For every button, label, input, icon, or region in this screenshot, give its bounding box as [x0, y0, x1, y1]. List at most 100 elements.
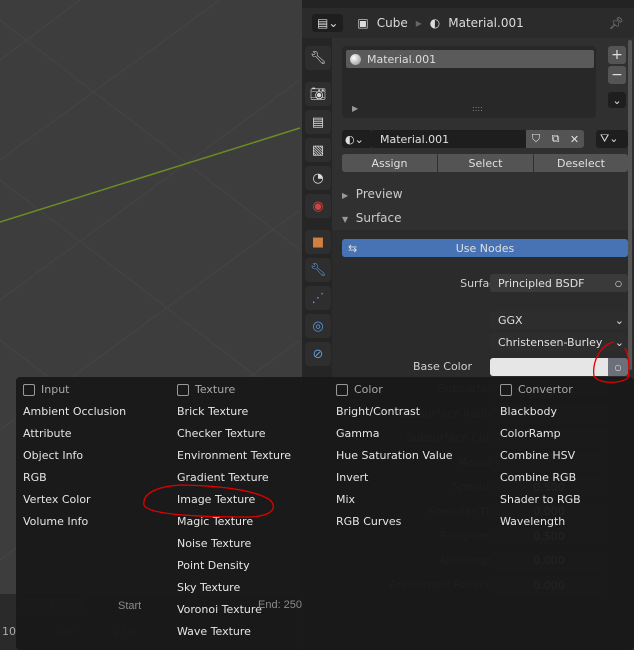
surface-panel-header[interactable]: ▼ Surface	[342, 211, 402, 225]
particles-tab-icon[interactable]: ⋰	[305, 286, 331, 310]
duplicate-material-icon[interactable]: ⧉	[546, 130, 565, 148]
node-category-icon	[23, 383, 35, 396]
menu-item[interactable]: Combine HSV	[500, 449, 575, 462]
menu-column-title: Convertor	[518, 383, 573, 396]
pin-icon[interactable]: 📌︎	[609, 16, 624, 30]
select-button[interactable]: Select	[438, 154, 533, 172]
menu-column-header: Input	[23, 383, 69, 396]
node-category-icon	[177, 383, 189, 396]
preview-label: Preview	[355, 187, 403, 201]
distribution-dropdown[interactable]: GGX ⌄	[490, 311, 628, 329]
unlink-material-icon[interactable]: ✕	[565, 130, 584, 148]
output-tab-icon[interactable]: ▤	[305, 110, 331, 134]
modifier-tab-icon[interactable]: 🔧︎	[305, 258, 331, 282]
scrollbar[interactable]	[628, 40, 632, 370]
menu-item[interactable]: ColorRamp	[500, 427, 561, 440]
menu-column-header: Convertor	[500, 383, 573, 396]
menu-column-title: Input	[41, 383, 70, 396]
menu-item[interactable]: RGB	[23, 471, 47, 484]
physics-tab-icon[interactable]: ◎	[305, 314, 331, 338]
menu-item[interactable]: Volume Info	[23, 515, 88, 528]
menu-column-title: Color	[354, 383, 383, 396]
menu-item[interactable]: Wavelength	[500, 515, 565, 528]
expand-icon[interactable]: ▶	[352, 104, 358, 113]
menu-item[interactable]: Blackbody	[500, 405, 557, 418]
link-mode-dropdown[interactable]: ⛛⌄	[596, 130, 628, 148]
object-icon: ▣	[357, 16, 369, 30]
menu-item[interactable]: Magic Texture	[177, 515, 253, 528]
assign-button[interactable]: Assign	[342, 154, 437, 172]
menu-item[interactable]: Vertex Color	[23, 493, 91, 506]
fake-user-shield-icon[interactable]: ⛉	[526, 130, 546, 148]
editor-type-icon[interactable]: ▤⌄	[312, 14, 344, 32]
scene-tab-icon[interactable]: ◔	[305, 166, 331, 190]
subsurface-method-value: Christensen-Burley	[498, 335, 603, 349]
menu-item[interactable]: Attribute	[23, 427, 72, 440]
view-layer-tab-icon[interactable]: ▧	[305, 138, 331, 162]
end-field[interactable]: End: 250	[258, 599, 302, 611]
menu-item[interactable]: Invert	[336, 471, 368, 484]
breadcrumb-material: Material.001	[448, 16, 524, 30]
base-color-swatch[interactable]	[490, 358, 608, 376]
material-slot-list[interactable]: Material.001 ▶ ::::	[342, 46, 596, 118]
properties-header: ▤⌄ ▣ Cube ▸ ◐ Material.001 📌︎	[302, 8, 634, 38]
surface-shader-value: Principled BSDF	[498, 276, 585, 290]
menu-item[interactable]: Shader to RGB	[500, 493, 581, 506]
material-name-field[interactable]: Material.001	[372, 130, 526, 148]
world-tab-icon[interactable]: ◉	[305, 194, 331, 218]
menu-item[interactable]: Checker Texture	[177, 427, 266, 440]
menu-item[interactable]: RGB Curves	[336, 515, 401, 528]
render-tab-icon[interactable]: 📷︎	[305, 82, 331, 106]
menu-item[interactable]: Noise Texture	[177, 537, 251, 550]
material-slot[interactable]: Material.001	[346, 50, 594, 68]
menu-item[interactable]: Point Density	[177, 559, 250, 572]
surface-field-label: Surface	[460, 277, 502, 290]
menu-item[interactable]: Gradient Texture	[177, 471, 269, 484]
node-category-icon	[500, 383, 512, 396]
menu-column-header: Color	[336, 383, 383, 396]
breadcrumb-object: Cube	[376, 16, 408, 30]
object-tab-icon[interactable]: ■	[305, 230, 331, 254]
nodes-icon: ⇆	[348, 241, 358, 255]
add-node-menu: Input Ambient Occlusion Attribute Object In…	[16, 377, 634, 650]
menu-item[interactable]: Environment Texture	[177, 449, 291, 462]
menu-item[interactable]: Voronoi Texture	[177, 603, 262, 616]
material-sphere-icon	[350, 53, 361, 65]
tool-tab-icon[interactable]: 🔧︎	[305, 46, 331, 70]
menu-item[interactable]: Image Texture	[177, 493, 255, 506]
x-axis-line	[0, 127, 300, 223]
menu-item[interactable]: Ambient Occlusion	[23, 405, 126, 418]
start-field[interactable]: Start	[118, 600, 141, 612]
menu-item[interactable]: Wave Texture	[177, 625, 251, 638]
remove-slot-button[interactable]: −	[608, 66, 626, 84]
deselect-button[interactable]: Deselect	[534, 154, 628, 172]
menu-column-title: Texture	[195, 383, 236, 396]
socket-icon: ○	[615, 278, 622, 288]
menu-item[interactable]: Bright/Contrast	[336, 405, 420, 418]
menu-item[interactable]: Mix	[336, 493, 355, 506]
menu-item[interactable]: Brick Texture	[177, 405, 248, 418]
menu-item[interactable]: Sky Texture	[177, 581, 240, 594]
node-category-icon	[336, 383, 348, 396]
menu-item[interactable]: Hue Saturation Value	[336, 449, 453, 462]
subsurface-method-dropdown[interactable]: Christensen-Burley ⌄	[490, 333, 628, 351]
menu-item[interactable]: Combine RGB	[500, 471, 576, 484]
slot-menu-chevron-icon[interactable]: ⌄	[608, 92, 626, 108]
distribution-value: GGX	[498, 313, 523, 327]
slot-label: Material.001	[367, 52, 437, 66]
preview-panel-header[interactable]: ▶ Preview	[342, 187, 403, 201]
resize-handle[interactable]: ::::	[472, 104, 483, 113]
base-color-label: Base Color	[412, 360, 472, 373]
browse-material-button[interactable]: ◐⌄	[342, 130, 372, 148]
add-slot-button[interactable]: +	[608, 46, 626, 64]
material-icon: ◐	[429, 16, 441, 30]
use-nodes-label: Use Nodes	[455, 241, 515, 255]
base-color-socket-button[interactable]: ○	[608, 358, 628, 376]
menu-item[interactable]: Object Info	[23, 449, 83, 462]
menu-column-header: Texture	[177, 383, 235, 396]
constraints-tab-icon[interactable]: ⊘	[305, 342, 331, 366]
surface-shader-field[interactable]: Principled BSDF ○	[490, 274, 628, 292]
use-nodes-button[interactable]: ⇆ Use Nodes	[342, 239, 628, 257]
surface-label: Surface	[355, 211, 402, 225]
menu-item[interactable]: Gamma	[336, 427, 379, 440]
